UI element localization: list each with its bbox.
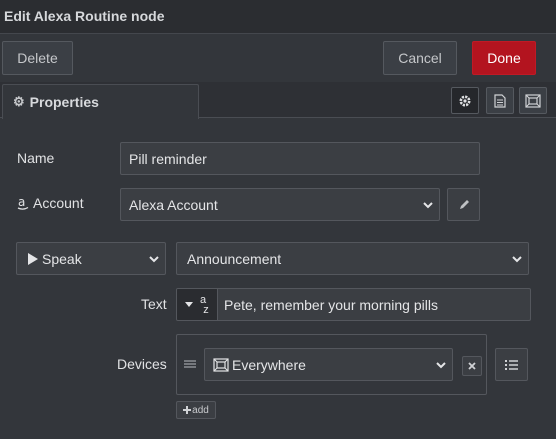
edit-account-button[interactable] — [447, 188, 480, 221]
gear-icon: ⚙ — [13, 94, 25, 109]
device-select-content: Everywhere — [213, 357, 306, 373]
close-icon — [468, 362, 476, 370]
device-select[interactable]: Everywhere — [204, 348, 453, 381]
device-select-value: Everywhere — [232, 356, 306, 373]
done-button[interactable]: Done — [472, 41, 536, 75]
devices-list-button[interactable] — [495, 348, 528, 381]
action-select-value: Speak — [42, 250, 82, 267]
document-icon — [494, 93, 506, 108]
cancel-button[interactable]: Cancel — [383, 41, 457, 75]
plus-icon — [183, 406, 192, 414]
speak-mode-value: Announcement — [187, 250, 282, 267]
remove-device-button[interactable] — [462, 356, 482, 376]
name-field[interactable]: Pill reminder — [120, 142, 480, 175]
chevron-down-icon — [436, 361, 446, 368]
caret-down-icon — [185, 301, 194, 307]
chevron-down-icon — [423, 201, 433, 208]
add-device-label: add — [192, 404, 209, 416]
string-type-icon: a z — [197, 293, 209, 316]
text-typed-input[interactable]: a z Pete, remember your morning pills — [176, 288, 531, 321]
account-label-text: Account — [33, 195, 84, 211]
string-type-glyph: a — [199, 293, 207, 306]
drag-handle-icon[interactable] — [184, 358, 196, 370]
amazon-icon: a — [17, 196, 29, 210]
chevron-down-icon — [149, 255, 159, 262]
account-select-value: Alexa Account — [129, 196, 218, 213]
add-device-button[interactable]: add — [176, 401, 216, 419]
tab-appearance[interactable] — [519, 87, 547, 114]
action-select[interactable]: Speak — [16, 242, 166, 275]
action-select-content: Speak — [27, 251, 82, 267]
list-icon — [505, 360, 518, 370]
tab-description[interactable] — [486, 87, 514, 114]
text-value: Pete, remember your morning pills — [224, 296, 438, 313]
gear-icon — [459, 95, 471, 106]
account-label: a Account — [17, 195, 84, 211]
pencil-icon — [459, 199, 469, 209]
device-group-icon — [213, 357, 229, 372]
tab-properties-label: Properties — [29, 94, 99, 110]
chevron-down-icon — [512, 255, 522, 262]
devices-label: Devices — [117, 356, 167, 372]
tab-properties[interactable]: ⚙ Properties — [2, 84, 199, 119]
speak-mode-select[interactable]: Announcement — [176, 242, 529, 275]
svg-text:a: a — [18, 196, 25, 209]
text-type-selector[interactable]: a z — [177, 289, 218, 320]
delete-button[interactable]: Delete — [2, 41, 73, 75]
tab-settings[interactable] — [451, 87, 479, 114]
string-type-sub: z — [203, 303, 209, 316]
play-icon — [28, 252, 38, 265]
name-label: Name — [17, 150, 55, 166]
frame-icon — [525, 93, 541, 108]
dialog-title: Edit Alexa Routine node — [4, 8, 165, 24]
text-label: Text — [141, 296, 167, 312]
account-select[interactable]: Alexa Account — [120, 188, 440, 221]
